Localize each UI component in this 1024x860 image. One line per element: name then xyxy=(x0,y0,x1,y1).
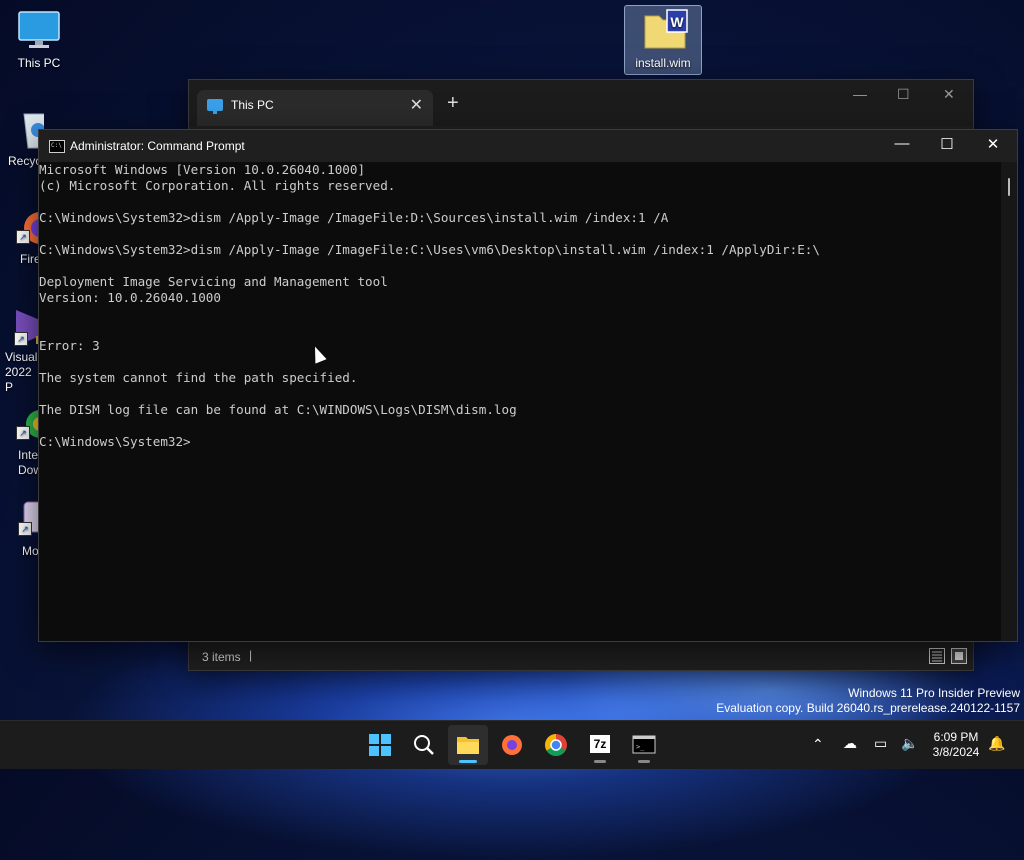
monitor-icon xyxy=(17,8,61,52)
status-separator: | xyxy=(249,648,253,662)
clock-time: 6:09 PM xyxy=(933,730,979,744)
explorer-status-bar: 3 items | xyxy=(189,642,973,670)
minimize-button[interactable]: — xyxy=(853,86,867,102)
shortcut-arrow-icon: ↗ xyxy=(16,230,30,244)
close-tab-icon[interactable]: ✕ xyxy=(410,95,423,115)
desktop-icon-label: This PC xyxy=(17,56,61,70)
console-line: The system cannot find the path specifie… xyxy=(39,370,358,385)
command-prompt-window[interactable]: C:\ Administrator: Command Prompt — ☐ ✕ … xyxy=(38,129,1018,642)
taskbar-firefox[interactable] xyxy=(492,725,532,765)
console-line: Version: 10.0.26040.1000 xyxy=(39,290,221,305)
tab-this-pc[interactable]: This PC ✕ xyxy=(197,90,433,126)
clock[interactable]: 6:09 PM 3/8/2024 xyxy=(928,730,984,760)
maximize-button[interactable]: ☐ xyxy=(927,135,967,153)
cmd-titlebar[interactable]: C:\ Administrator: Command Prompt — ☐ ✕ xyxy=(39,130,1017,162)
minimize-button[interactable]: — xyxy=(882,135,922,152)
search-icon xyxy=(414,735,434,755)
taskbar-chrome[interactable] xyxy=(536,725,576,765)
windows-logo-icon xyxy=(369,734,391,756)
shortcut-arrow-icon: ↗ xyxy=(18,522,32,536)
scrollbar-thumb[interactable] xyxy=(1008,178,1010,196)
shortcut-arrow-icon: ↗ xyxy=(16,426,30,440)
console-line: Microsoft Windows [Version 10.0.26040.10… xyxy=(39,162,366,177)
desktop-icon-label: Visual 2022 P xyxy=(5,350,38,394)
notification-bell-icon[interactable]: 🔔 xyxy=(988,735,1005,752)
evaluation-watermark: Windows 11 Pro Insider Preview Evaluatio… xyxy=(716,686,1020,716)
shortcut-arrow-icon: ↗ xyxy=(14,332,28,346)
console-line: C:\Windows\System32> xyxy=(39,434,191,449)
console-line: C:\Windows\System32>dism /Apply-Image /I… xyxy=(39,210,669,225)
terminal-icon: >_ xyxy=(632,735,656,754)
onedrive-icon[interactable]: ☁ xyxy=(843,735,857,752)
close-button[interactable]: ✕ xyxy=(973,135,1013,153)
console-line: Deployment Image Servicing and Managemen… xyxy=(39,274,388,289)
volume-muted-icon[interactable]: 🔈 xyxy=(901,735,918,752)
start-button[interactable] xyxy=(360,725,400,765)
desktop-icon-install-wim[interactable]: W install.wim xyxy=(624,5,702,75)
console-line: Error: 3 xyxy=(39,338,100,353)
console-line: (c) Microsoft Corporation. All rights re… xyxy=(39,178,396,193)
tab-label: This PC xyxy=(231,98,274,112)
folder-icon xyxy=(457,737,479,754)
item-count: 3 items xyxy=(202,650,241,664)
running-indicator xyxy=(594,760,606,763)
chevron-up-icon[interactable]: ⌃ xyxy=(812,736,824,753)
taskbar: 7z >_ ⌃ ☁ ▭ 🔈 6:09 PM 3/8/2024 🔔 xyxy=(0,720,1024,769)
explorer-titlebar[interactable]: This PC ✕ + — ☐ ✕ xyxy=(189,80,973,126)
chrome-icon xyxy=(545,734,567,756)
window-title: Administrator: Command Prompt xyxy=(70,139,245,153)
clock-date: 3/8/2024 xyxy=(932,745,980,759)
taskbar-file-explorer[interactable] xyxy=(448,725,488,765)
new-tab-button[interactable]: + xyxy=(447,92,459,115)
console-line: C:\Windows\System32>dism /Apply-Image /I… xyxy=(39,242,820,257)
console-line: The DISM log file can be found at C:\WIN… xyxy=(39,402,517,417)
close-button[interactable]: ✕ xyxy=(943,86,955,103)
desktop-icon-this-pc[interactable]: This PC xyxy=(4,8,74,70)
tiles-view-icon[interactable] xyxy=(951,648,967,664)
monitor-icon xyxy=(207,99,223,114)
network-icon[interactable]: ▭ xyxy=(874,735,887,752)
svg-text:>_: >_ xyxy=(636,743,645,751)
7zip-icon: 7z xyxy=(590,735,610,753)
desktop-icon-label: install.wim xyxy=(635,56,691,70)
watermark-line-2: Evaluation copy. Build 26040.rs_prerelea… xyxy=(716,701,1020,715)
cmd-icon: C:\ xyxy=(49,140,65,153)
active-indicator xyxy=(459,760,477,763)
maximize-button[interactable]: ☐ xyxy=(897,86,910,103)
running-indicator xyxy=(638,760,650,763)
wim-file-icon: W xyxy=(641,8,688,52)
taskbar-7zip[interactable]: 7z xyxy=(580,725,620,765)
console-output[interactable]: Microsoft Windows [Version 10.0.26040.10… xyxy=(39,162,999,641)
firefox-icon xyxy=(502,735,522,755)
details-view-icon[interactable] xyxy=(929,648,945,664)
scrollbar[interactable] xyxy=(1001,162,1017,641)
watermark-line-1: Windows 11 Pro Insider Preview xyxy=(848,686,1020,700)
search-button[interactable] xyxy=(404,725,444,765)
svg-text:W: W xyxy=(670,14,684,30)
taskbar-command-prompt[interactable]: >_ xyxy=(624,725,664,765)
